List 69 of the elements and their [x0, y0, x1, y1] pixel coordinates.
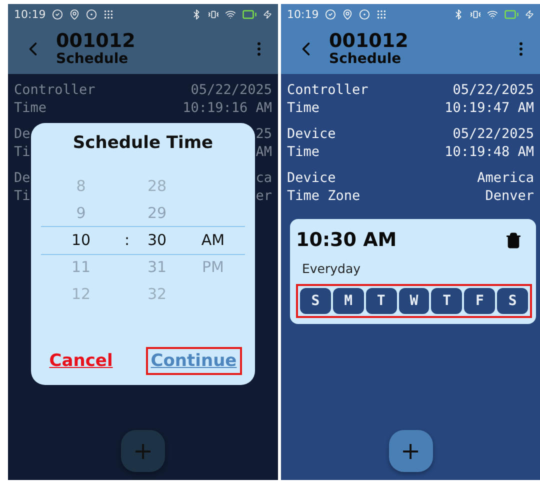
schedule-time: 10:30 AM	[296, 229, 397, 251]
location-pin-icon	[68, 8, 80, 20]
info-value: 05/22/2025	[452, 125, 534, 143]
header-title: 001012	[56, 31, 136, 51]
check-circle-icon	[52, 8, 63, 20]
info-label: Device	[287, 125, 336, 143]
header-subtitle: Schedule	[329, 51, 402, 67]
dialog-title: Schedule Time	[72, 133, 214, 153]
picker-option[interactable]: 11	[71, 254, 91, 281]
info-label: Time	[287, 99, 321, 117]
add-button[interactable]: +	[388, 430, 432, 472]
header-subtitle: Schedule	[56, 51, 130, 67]
day-toggle[interactable]: F	[464, 288, 496, 314]
info-label: De	[14, 125, 30, 143]
status-time: 10:19	[14, 8, 46, 20]
day-toggle[interactable]: T	[366, 288, 397, 314]
day-toggle[interactable]: S	[497, 288, 528, 314]
info-label: Controller	[14, 81, 96, 99]
info-label: Ti	[14, 187, 30, 205]
trash-icon[interactable]	[505, 232, 522, 248]
info-value: 05/22/2025	[452, 81, 534, 99]
cancel-button[interactable]: Cancel	[44, 347, 118, 375]
info-value: er	[256, 187, 272, 205]
grid-icon	[376, 8, 387, 20]
status-time: 10:19	[287, 8, 319, 20]
info-value: 10:19:47 AM	[444, 99, 534, 117]
day-toggle[interactable]: W	[398, 288, 430, 314]
info-label: Time	[14, 99, 48, 117]
bluetooth-icon	[453, 8, 464, 20]
picker-option[interactable]: 31	[147, 254, 167, 281]
picker-option[interactable]: 30	[147, 227, 167, 254]
info-value: AM	[256, 143, 272, 161]
time-separator: :	[124, 230, 130, 251]
vibrate-icon	[470, 8, 481, 20]
bolt-icon	[525, 10, 534, 18]
info-label: Device	[287, 169, 337, 187]
info-value: ca	[256, 169, 272, 187]
day-toggle[interactable]: T	[431, 288, 462, 314]
circle-icon	[86, 8, 97, 20]
header-title: 001012	[329, 31, 410, 51]
day-toggle[interactable]: M	[332, 288, 364, 314]
day-toggle[interactable]: S	[300, 288, 331, 314]
continue-button[interactable]: Continue	[146, 347, 242, 375]
vibrate-icon	[208, 8, 219, 20]
info-value: 05/22/2025	[190, 81, 272, 99]
info-label: De	[14, 169, 30, 187]
circle-icon	[358, 8, 370, 20]
location-pin-icon	[342, 8, 353, 20]
bolt-icon	[263, 10, 272, 18]
wifi-icon	[225, 8, 236, 20]
bluetooth-icon	[191, 8, 202, 20]
info-label: Controller	[287, 81, 368, 99]
picker-option[interactable]: 10	[71, 227, 91, 254]
repeat-label: Everyday	[302, 261, 362, 276]
info-value: Denver	[484, 187, 534, 205]
picker-option[interactable]: AM	[201, 227, 225, 254]
info-value: 10:19:16 AM	[182, 99, 272, 117]
info-label: Time Zone	[287, 187, 360, 205]
picker-option[interactable]: 29	[147, 200, 167, 227]
info-value: 10:19:48 AM	[444, 143, 534, 161]
info-value: 25	[256, 125, 272, 143]
info-label: Ti	[14, 143, 30, 161]
check-circle-icon	[324, 8, 336, 20]
picker-option[interactable]: PM	[202, 254, 224, 281]
wifi-icon	[487, 8, 498, 20]
grid-icon	[102, 8, 114, 20]
info-value: America	[477, 169, 534, 187]
info-label: Time	[287, 143, 321, 161]
picker-option[interactable]: 9	[76, 200, 86, 227]
